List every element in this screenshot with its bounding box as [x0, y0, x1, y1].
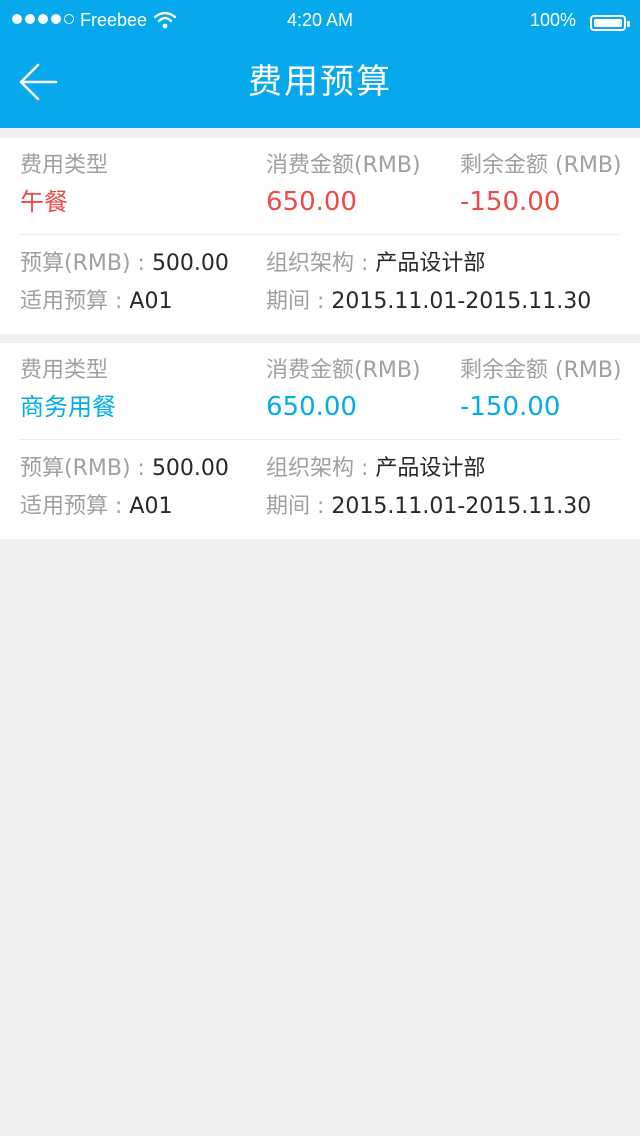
expense-card[interactable]: 费用类型 消费金额(RMB) 剩余金额 (RMB) 午餐 650.00 -150… [0, 138, 640, 334]
type-label: 费用类型 [20, 358, 109, 383]
period-row: 期间 : 2015.11.01-2015.11.30 [266, 491, 591, 523]
period-value: 2015.11.01-2015.11.30 [331, 289, 592, 314]
period-label: 期间 : [266, 494, 332, 519]
type-label: 费用类型 [20, 153, 109, 178]
period-value: 2015.11.01-2015.11.30 [331, 494, 592, 519]
remaining-amount: -150.00 [460, 187, 561, 217]
battery-percent: 100% [529, 10, 576, 30]
divider [20, 234, 620, 235]
apply-value: A01 [129, 289, 173, 314]
period-row: 期间 : 2015.11.01-2015.11.30 [266, 286, 591, 318]
dept-label: 组织架构 : [266, 456, 376, 481]
dept-label: 组织架构 : [266, 251, 376, 276]
remaining-label: 剩余金额 (RMB) [460, 358, 622, 383]
dept-value: 产品设计部 [375, 456, 486, 481]
status-bar: Freebee 4:20 AM 100% [0, 0, 640, 40]
expense-card[interactable]: 费用类型 消费金额(RMB) 剩余金额 (RMB) 商务用餐 650.00 -1… [0, 343, 640, 539]
budget-value: 500.00 [151, 456, 229, 481]
divider [20, 439, 620, 440]
period-label: 期间 : [266, 289, 332, 314]
budget-label: 预算(RMB) : [20, 251, 152, 276]
apply-row: 适用预算 : A01 [20, 286, 172, 318]
battery-icon [590, 15, 630, 31]
dept-row: 组织架构 : 产品设计部 [266, 248, 485, 280]
page-title: 费用预算 [248, 62, 392, 102]
budget-row: 预算(RMB) : 500.00 [20, 453, 229, 485]
budget-label: 预算(RMB) : [20, 456, 152, 481]
spent-label: 消费金额(RMB) [266, 153, 421, 178]
budget-row: 预算(RMB) : 500.00 [20, 248, 229, 280]
apply-value: A01 [129, 494, 173, 519]
apply-label: 适用预算 : [20, 494, 130, 519]
budget-value: 500.00 [151, 251, 229, 276]
dept-row: 组织架构 : 产品设计部 [266, 453, 485, 485]
app-header: Freebee 4:20 AM 100% 费用预算 [0, 0, 640, 128]
spent-label: 消费金额(RMB) [266, 358, 421, 383]
expense-type-value: 商务用餐 [20, 393, 116, 421]
spent-amount: 650.00 [266, 187, 357, 217]
spent-amount: 650.00 [266, 392, 357, 422]
apply-row: 适用预算 : A01 [20, 491, 172, 523]
remaining-label: 剩余金额 (RMB) [460, 153, 622, 178]
remaining-amount: -150.00 [460, 392, 561, 422]
expense-type-value: 午餐 [20, 188, 68, 216]
dept-value: 产品设计部 [375, 251, 486, 276]
apply-label: 适用预算 : [20, 289, 130, 314]
